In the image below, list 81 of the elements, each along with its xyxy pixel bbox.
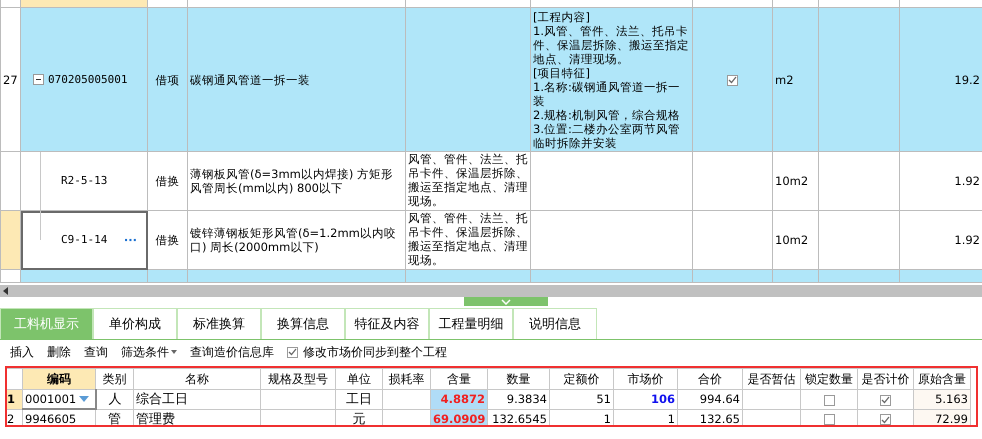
item-type: 借项 xyxy=(156,72,180,86)
unit: 元 xyxy=(352,412,366,425)
quantity: 1.92 xyxy=(954,233,980,247)
item-name: 镀锌薄钢板矩形风管(δ=1.2mm以内咬口) 周长(2000mm以下) xyxy=(190,226,396,254)
checkbox-label: 修改市场价同步到整个工程 xyxy=(303,344,447,360)
checkbox[interactable] xyxy=(824,394,834,406)
toolbar-button[interactable]: 查询造价信息库 xyxy=(190,344,274,360)
unit: m2 xyxy=(775,72,794,86)
tab[interactable]: 特征及内容 xyxy=(345,308,429,339)
scroll-left-arrow-icon[interactable] xyxy=(3,287,8,295)
unit: 10m2 xyxy=(775,174,808,188)
work-content: 风管、管件、法兰、托吊卡件、保温层拆除、搬运至指定地点、清理现场。 xyxy=(408,212,528,267)
filter-dropdown[interactable]: 筛选条件 xyxy=(121,344,177,360)
column-header: 类别 xyxy=(102,372,126,386)
resource-code: 0001001 xyxy=(25,392,76,406)
resource-type: 管 xyxy=(108,412,121,425)
item-features: [工程内容] 1.风管、管件、法兰、托吊卡件、保温层拆除、搬运至指定地点、清理现场。 [项目特征] 1.名称:碳钢通风管道一拆一装 2.规格:机制风管，综合规格 3.位置:二楼办公室两节风管临时拆除并安装 xyxy=(533,10,689,150)
quantity: 19.2 xyxy=(954,72,980,86)
checkbox[interactable] xyxy=(727,74,738,86)
resource-name: 综合工日 xyxy=(136,392,188,408)
quota-price: 1 xyxy=(604,412,611,425)
tab[interactable]: 说明信息 xyxy=(513,308,597,339)
column-header: 单位 xyxy=(347,372,371,386)
toolbar-button[interactable]: 查询 xyxy=(84,344,108,360)
checkbox[interactable] xyxy=(824,414,834,425)
column-header: 是否计价 xyxy=(862,372,910,386)
column-header: 合价 xyxy=(698,372,722,386)
total-price: 132.65 xyxy=(700,412,740,425)
column-header: 名称 xyxy=(185,372,209,386)
collapse-icon[interactable] xyxy=(33,74,44,85)
column-header: 规格及型号 xyxy=(268,372,328,386)
column-header: 定额价 xyxy=(564,372,600,386)
item-type: 借换 xyxy=(156,174,180,188)
column-header: 编码 xyxy=(47,372,71,386)
splitter-handle[interactable] xyxy=(464,297,548,306)
item-code: R2-5-13 xyxy=(61,174,108,188)
tab[interactable]: 标准换算 xyxy=(177,308,261,339)
original-content: 5.163 xyxy=(935,392,968,406)
resource-code: 9946605 xyxy=(25,412,76,425)
column-header: 市场价 xyxy=(628,372,664,386)
market-price: 106 xyxy=(650,392,675,406)
content-amount: 69.0909 xyxy=(433,412,486,425)
column-header: 锁定数量 xyxy=(805,372,853,386)
unit: 工日 xyxy=(346,392,372,408)
column-header: 原始含量 xyxy=(918,372,966,386)
tab[interactable]: 换算信息 xyxy=(261,308,345,339)
row-number: 27 xyxy=(3,72,18,86)
row-number: 1 xyxy=(7,392,16,406)
column-header: 是否暂估 xyxy=(748,372,796,386)
item-code: C9-1-14 xyxy=(61,233,108,247)
content-amount: 4.8872 xyxy=(440,392,485,406)
work-content: 风管、管件、法兰、托吊卡件、保温层拆除、搬运至指定地点、清理现场。 xyxy=(408,152,528,208)
tab[interactable]: 单价构成 xyxy=(93,308,177,339)
horizontal-scrollbar[interactable] xyxy=(0,285,982,297)
more-button[interactable]: ··· xyxy=(124,233,137,247)
quantity: 132.6545 xyxy=(492,412,547,425)
original-content: 72.99 xyxy=(935,412,968,425)
quota-price: 51 xyxy=(596,392,611,406)
resource-type: 人 xyxy=(108,392,122,408)
column-header: 数量 xyxy=(506,372,530,386)
column-header: 损耗率 xyxy=(388,372,424,386)
item-name: 碳钢通风管道一拆一装 xyxy=(190,72,310,86)
toolbar-button[interactable]: 删除 xyxy=(47,344,71,360)
row-number: 2 xyxy=(7,412,14,425)
checkbox[interactable] xyxy=(880,414,891,425)
tab[interactable]: 工程量明细 xyxy=(429,308,513,339)
total-price: 994.64 xyxy=(700,392,740,406)
market-price: 1 xyxy=(668,412,675,425)
dropdown-arrow-icon[interactable] xyxy=(78,396,88,402)
unit: 10m2 xyxy=(775,233,808,247)
item-code: 070205005001 xyxy=(48,72,128,86)
quantity: 1.92 xyxy=(954,174,980,188)
resource-name: 管理费 xyxy=(136,412,175,425)
chevron-down-icon xyxy=(501,298,511,304)
checkbox[interactable] xyxy=(880,394,891,406)
toolbar-button[interactable]: 插入 xyxy=(10,344,34,360)
item-name: 薄钢板风管(δ=3mm以内焊接) 方矩形风管周长(mm以内) 800以下 xyxy=(190,167,394,195)
checkbox[interactable] xyxy=(287,346,298,358)
quantity: 9.3834 xyxy=(506,392,547,406)
item-type: 借换 xyxy=(156,233,180,247)
column-header: 含量 xyxy=(447,372,471,386)
